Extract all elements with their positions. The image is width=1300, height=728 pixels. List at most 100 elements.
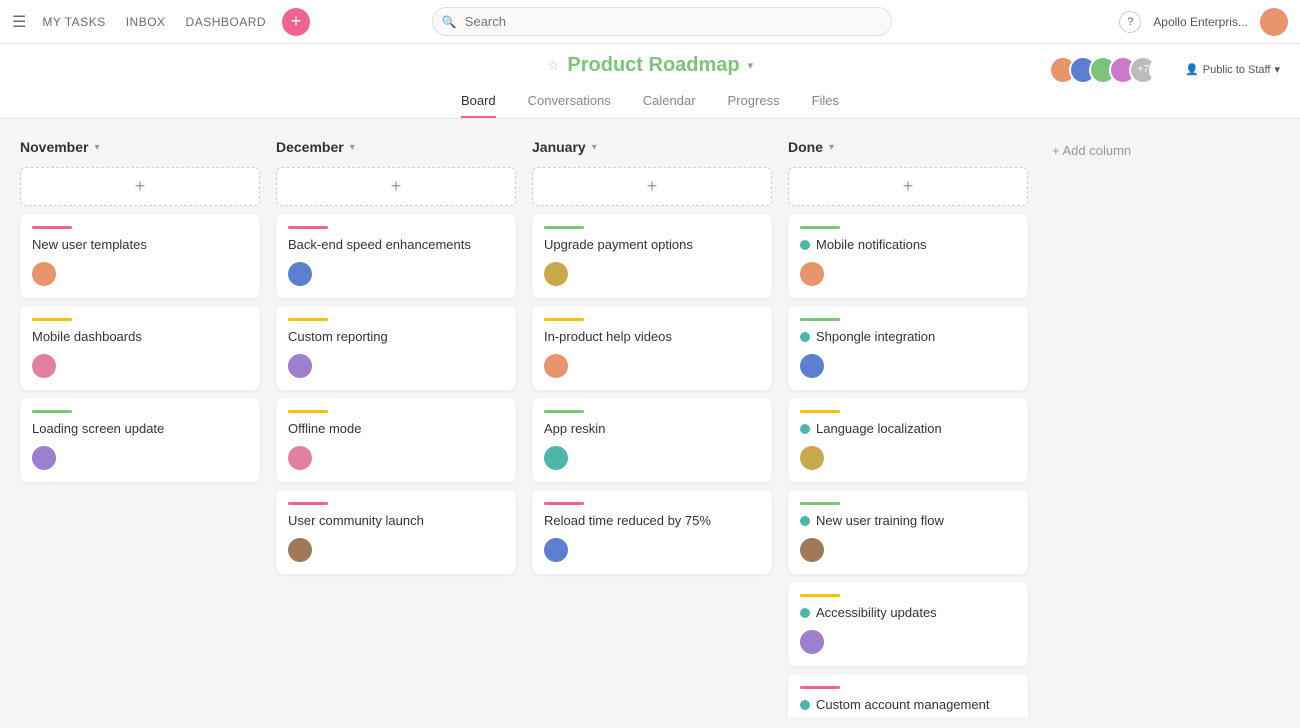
user-avatar[interactable] (1260, 8, 1288, 36)
priority-bar-c11 (544, 502, 584, 505)
card-title-c3: Loading screen update (32, 421, 248, 436)
column-january: January▾ + Upgrade payment options In-produ… (532, 135, 772, 574)
priority-bar-c14 (800, 410, 840, 413)
card-avatar-c4 (288, 262, 312, 286)
card-title-c7: User community launch (288, 513, 504, 528)
card-c7[interactable]: User community launch (276, 490, 516, 574)
card-title-row-c12: Mobile notifications (800, 237, 1016, 252)
card-avatar-c16 (800, 630, 824, 654)
card-c1[interactable]: New user templates (20, 214, 260, 298)
column-dropdown-november[interactable]: ▾ (94, 142, 99, 153)
status-dot-c15 (800, 516, 810, 526)
tab-progress[interactable]: Progress (728, 85, 780, 118)
card-c3[interactable]: Loading screen update (20, 398, 260, 482)
column-dropdown-done[interactable]: ▾ (829, 142, 834, 153)
card-c9[interactable]: In-product help videos (532, 306, 772, 390)
card-title-c15: New user training flow (816, 513, 944, 528)
column-header-december: December▾ (276, 135, 516, 159)
column-dropdown-january[interactable]: ▾ (592, 142, 597, 153)
card-avatar-c2 (32, 354, 56, 378)
top-navigation: ☰ MY TASKS INBOX DASHBOARD + 🔍 ? Apollo … (0, 0, 1300, 44)
search-input[interactable] (432, 7, 892, 36)
card-avatar-c6 (288, 446, 312, 470)
card-title-c14: Language localization (816, 421, 942, 436)
card-c4[interactable]: Back-end speed enhancements (276, 214, 516, 298)
project-title[interactable]: Product Roadmap (567, 54, 739, 77)
column-dropdown-december[interactable]: ▾ (350, 142, 355, 153)
priority-bar-c12 (800, 226, 840, 229)
card-avatar-c5 (288, 354, 312, 378)
project-dropdown-icon[interactable]: ▾ (748, 59, 754, 72)
person-icon: 👤 (1185, 63, 1199, 76)
card-avatar-c13 (800, 354, 824, 378)
nav-inbox[interactable]: INBOX (126, 15, 166, 29)
card-c17[interactable]: Custom account management (788, 674, 1028, 717)
card-title-row-c16: Accessibility updates (800, 605, 1016, 620)
card-title-c9: In-product help videos (544, 329, 760, 344)
card-c2[interactable]: Mobile dashboards (20, 306, 260, 390)
priority-bar-c7 (288, 502, 328, 505)
project-tabs: Board Conversations Calendar Progress Fi… (0, 85, 1300, 118)
card-c16[interactable]: Accessibility updates (788, 582, 1028, 666)
status-dot-c12 (800, 240, 810, 250)
column-header-january: January▾ (532, 135, 772, 159)
add-card-november[interactable]: + (20, 167, 260, 206)
priority-bar-c9 (544, 318, 584, 321)
column-done: Done ▾ + Mobile notifications Shpongle integ… (788, 135, 1028, 717)
priority-bar-c8 (544, 226, 584, 229)
card-c13[interactable]: Shpongle integration (788, 306, 1028, 390)
column-december: December▾ + Back-end speed enhancements Cus… (276, 135, 516, 574)
priority-bar-c3 (32, 410, 72, 413)
card-avatar-c11 (544, 538, 568, 562)
tab-conversations[interactable]: Conversations (528, 85, 611, 118)
card-c5[interactable]: Custom reporting (276, 306, 516, 390)
add-card-done[interactable]: + (788, 167, 1028, 206)
public-staff-button[interactable]: 👤 Public to Staff ▾ (1185, 63, 1280, 76)
status-dot-c16 (800, 608, 810, 618)
priority-bar-c13 (800, 318, 840, 321)
card-c12[interactable]: Mobile notifications (788, 214, 1028, 298)
priority-bar-c16 (800, 594, 840, 597)
tab-calendar[interactable]: Calendar (643, 85, 696, 118)
card-avatar-c3 (32, 446, 56, 470)
board-area: November▾ + New user templates Mobile dashb… (0, 119, 1300, 717)
hamburger-menu[interactable]: ☰ (12, 12, 26, 32)
chevron-down-icon: ▾ (1274, 63, 1280, 76)
card-c15[interactable]: New user training flow (788, 490, 1028, 574)
avatar-stack: +7 + (1057, 56, 1177, 84)
star-icon[interactable]: ☆ (547, 57, 560, 74)
add-column-button[interactable]: + Add column (1044, 139, 1139, 162)
card-title-c2: Mobile dashboards (32, 329, 248, 344)
project-header: ☆ Product Roadmap ▾ +7 + 👤 Public to Sta… (0, 44, 1300, 119)
nav-my-tasks[interactable]: MY TASKS (42, 15, 105, 29)
card-c10[interactable]: App reskin (532, 398, 772, 482)
avatar-add[interactable]: + (1149, 56, 1177, 84)
column-header-november: November▾ (20, 135, 260, 159)
card-avatar-c8 (544, 262, 568, 286)
tab-board[interactable]: Board (461, 85, 496, 118)
add-button[interactable]: + (282, 8, 310, 36)
card-title-c11: Reload time reduced by 75% (544, 513, 760, 528)
priority-bar-c4 (288, 226, 328, 229)
add-card-january[interactable]: + (532, 167, 772, 206)
card-title-c17: Custom account management (816, 697, 989, 712)
card-c8[interactable]: Upgrade payment options (532, 214, 772, 298)
help-button[interactable]: ? (1119, 11, 1141, 33)
card-title-c10: App reskin (544, 421, 760, 436)
priority-bar-c1 (32, 226, 72, 229)
add-card-december[interactable]: + (276, 167, 516, 206)
card-title-row-c17: Custom account management (800, 697, 1016, 712)
card-title-c13: Shpongle integration (816, 329, 935, 344)
topnav-right: ? Apollo Enterpris... (1119, 8, 1288, 36)
card-title-c4: Back-end speed enhancements (288, 237, 504, 252)
column-title-done: Done (788, 139, 823, 155)
project-avatars: +7 + 👤 Public to Staff ▾ (1057, 56, 1280, 84)
card-c14[interactable]: Language localization (788, 398, 1028, 482)
nav-dashboard[interactable]: DASHBOARD (186, 15, 267, 29)
tab-files[interactable]: Files (812, 85, 839, 118)
card-title-c6: Offline mode (288, 421, 504, 436)
card-title-row-c15: New user training flow (800, 513, 1016, 528)
card-c11[interactable]: Reload time reduced by 75% (532, 490, 772, 574)
priority-bar-c6 (288, 410, 328, 413)
card-c6[interactable]: Offline mode (276, 398, 516, 482)
